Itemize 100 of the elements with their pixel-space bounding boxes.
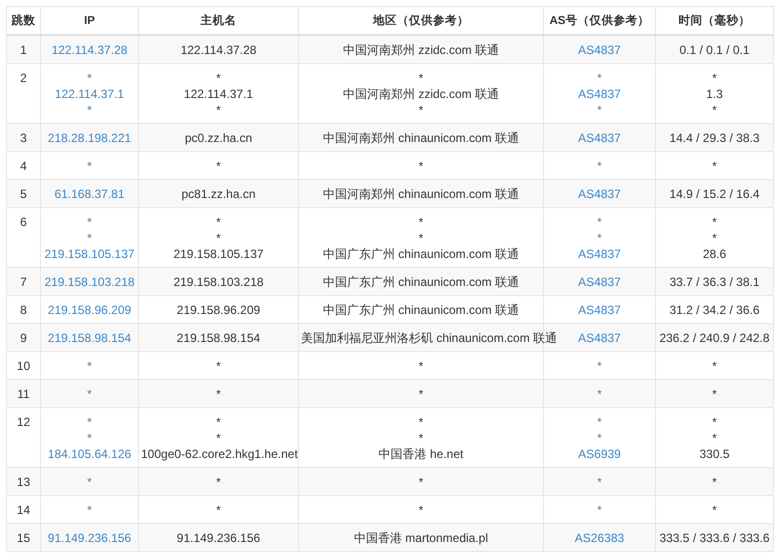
table-link[interactable]: 219.158.105.137: [44, 247, 135, 261]
table-link[interactable]: *: [597, 431, 602, 445]
table-text: *: [216, 431, 221, 445]
table-text: 中国广东广州 chinaunicom.com 联通: [322, 303, 520, 317]
table-text: 219.158.96.209: [176, 303, 260, 317]
table-text: *: [216, 475, 221, 489]
table-text: 4: [20, 159, 27, 173]
table-text: *: [216, 71, 221, 85]
table-text: 7: [20, 275, 27, 289]
table-link[interactable]: *: [87, 415, 92, 429]
table-text: 6: [20, 215, 27, 229]
table-text: 14.4 / 29.3 / 38.3: [669, 131, 760, 145]
table-link[interactable]: *: [597, 231, 602, 245]
table-text: *: [418, 71, 424, 85]
table-text: 11: [17, 387, 30, 401]
table-text: 8: [20, 303, 27, 317]
table-text: *: [418, 503, 424, 517]
table-text: *: [216, 387, 221, 401]
table-text: *: [216, 215, 221, 229]
table-text: 中国河南郑州 chinaunicom.com 联通: [322, 131, 520, 145]
table-text: 91.149.236.156: [176, 531, 260, 545]
table-text: 中国河南郑州 zzidc.com 联通: [342, 87, 499, 101]
table-link[interactable]: AS4837: [578, 131, 621, 145]
table-text: *: [712, 215, 717, 229]
table-text: 中国河南郑州 chinaunicom.com 联通: [322, 187, 520, 201]
table-text: 28.6: [702, 247, 726, 261]
column-header: 跳数: [12, 15, 36, 27]
table-link[interactable]: *: [87, 159, 92, 173]
table-text: *: [418, 359, 424, 373]
table-text: *: [712, 103, 717, 117]
table-text: 122.114.37.1: [184, 87, 254, 101]
column-header: AS号（仅供参考）: [550, 15, 650, 27]
table-text: *: [418, 231, 424, 245]
table-text: *: [418, 103, 424, 117]
table-text: *: [216, 415, 221, 429]
table-text: *: [216, 359, 221, 373]
table-text: 9: [20, 331, 27, 345]
table-text: 33.7 / 36.3 / 38.1: [669, 275, 760, 289]
table-text: 中国河南郑州 zzidc.com 联通: [342, 43, 499, 57]
column-header: 主机名: [200, 15, 236, 27]
table-link[interactable]: *: [597, 103, 602, 117]
table-text: *: [216, 231, 221, 245]
table-link[interactable]: *: [87, 475, 92, 489]
table-text: pc81.zz.ha.cn: [181, 187, 256, 201]
table-text: *: [216, 103, 221, 117]
table-link[interactable]: *: [597, 159, 602, 173]
table-link[interactable]: *: [597, 359, 602, 373]
table-text: 219.158.105.137: [173, 247, 264, 261]
table-text: 14: [16, 503, 30, 517]
table-link[interactable]: *: [87, 431, 92, 445]
table-text: *: [418, 475, 424, 489]
table-text: *: [216, 503, 221, 517]
table-link[interactable]: *: [87, 503, 92, 517]
table-link[interactable]: AS4837: [578, 187, 621, 201]
table-link[interactable]: *: [597, 475, 602, 489]
table-text: 122.114.37.28: [180, 43, 256, 57]
table-link[interactable]: *: [597, 215, 602, 229]
table-link[interactable]: AS4837: [578, 43, 621, 57]
table-link[interactable]: *: [597, 387, 602, 401]
table-link[interactable]: *: [87, 359, 92, 373]
table-link[interactable]: *: [597, 415, 602, 429]
table-text: 219.158.98.154: [176, 331, 260, 345]
table-link[interactable]: AS4837: [578, 303, 621, 317]
table-text: 1: [20, 43, 27, 57]
table-text: 0.1 / 0.1 / 0.1: [679, 43, 750, 57]
table-link[interactable]: *: [597, 71, 602, 85]
table-text: 100ge0-62.core2.hkg1.he.net: [141, 447, 298, 461]
table-text: 13: [16, 475, 30, 489]
table-link[interactable]: 184.105.64.126: [48, 447, 132, 461]
table-link[interactable]: *: [87, 231, 92, 245]
table-text: pc0.zz.ha.cn: [184, 131, 252, 145]
table-text: *: [712, 503, 717, 517]
table-text: *: [216, 159, 221, 173]
table-text: *: [712, 431, 717, 445]
table-link[interactable]: *: [87, 215, 92, 229]
table-link[interactable]: AS4837: [578, 87, 621, 101]
table-text: 2: [20, 71, 27, 85]
table-link[interactable]: 122.114.37.1: [54, 87, 124, 101]
table-text: *: [418, 159, 424, 173]
table-text: *: [418, 387, 424, 401]
table-text: 中国香港 martonmedia.pl: [354, 531, 488, 545]
table-text: 中国香港 he.net: [378, 447, 464, 461]
table-link[interactable]: AS4837: [578, 247, 621, 261]
table-link[interactable]: *: [87, 387, 92, 401]
table-text: 330.5: [699, 447, 730, 461]
table-text: *: [418, 215, 424, 229]
table-link[interactable]: AS6939: [578, 447, 621, 461]
table-text: 31.2 / 34.2 / 36.6: [669, 303, 760, 317]
table-link[interactable]: AS4837: [578, 275, 621, 289]
table-text: 14.9 / 15.2 / 16.4: [669, 187, 760, 201]
table-text: 12: [16, 415, 30, 429]
table-text: 219.158.103.218: [173, 275, 264, 289]
table-text: 美国加利福尼亚州洛杉矶 chinaunicom.com 联通: [301, 331, 558, 345]
table-link[interactable]: AS4837: [578, 331, 621, 345]
table-text: 3: [20, 131, 27, 145]
table-text: *: [712, 359, 717, 373]
table-text: 10: [16, 359, 30, 373]
table-link[interactable]: *: [87, 103, 92, 117]
table-link[interactable]: *: [87, 71, 92, 85]
table-link[interactable]: *: [597, 503, 602, 517]
